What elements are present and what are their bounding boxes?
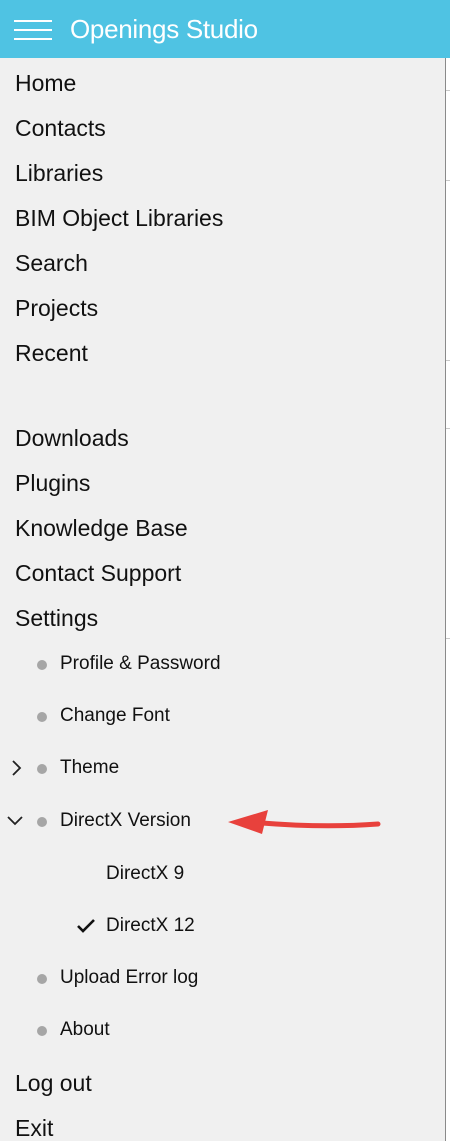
app-title: Openings Studio: [70, 14, 258, 44]
annotation-arrow-icon: [228, 810, 381, 834]
settings-item-label: DirectX Version: [60, 810, 191, 831]
menu-item-bim-object-libraries[interactable]: BIM Object Libraries: [15, 200, 223, 236]
menu-item-settings[interactable]: Settings: [15, 600, 98, 636]
menu-item-plugins[interactable]: Plugins: [15, 465, 90, 501]
menu-item-contact-support[interactable]: Contact Support: [15, 555, 181, 591]
settings-item-label: About: [60, 1019, 110, 1040]
settings-item-profile-password[interactable]: Profile & Password: [0, 647, 440, 681]
background-content-edge: [445, 58, 450, 1141]
directx-option-9[interactable]: DirectX 9: [0, 857, 440, 891]
directx-option-label: DirectX 9: [106, 863, 185, 884]
directx-option-12[interactable]: DirectX 12: [0, 909, 440, 943]
settings-item-label: Change Font: [60, 705, 170, 726]
menu-item-projects[interactable]: Projects: [15, 290, 98, 326]
menu-item-search[interactable]: Search: [15, 245, 88, 281]
menu-item-exit[interactable]: Exit: [15, 1110, 53, 1141]
menu-item-home[interactable]: Home: [15, 65, 76, 101]
bullet-icon: [37, 712, 47, 722]
settings-item-about[interactable]: About: [0, 1013, 440, 1047]
bullet-icon: [37, 660, 47, 670]
settings-item-label: Upload Error log: [60, 967, 199, 988]
app-header: Openings Studio: [0, 0, 450, 58]
settings-item-upload-error-log[interactable]: Upload Error log: [0, 961, 440, 995]
menu-item-contacts[interactable]: Contacts: [15, 110, 106, 146]
settings-item-theme[interactable]: Theme: [0, 751, 440, 785]
menu-item-log-out[interactable]: Log out: [15, 1065, 92, 1101]
chevron-down-icon[interactable]: [6, 812, 26, 830]
menu-item-downloads[interactable]: Downloads: [15, 420, 129, 456]
settings-item-label: Profile & Password: [60, 653, 221, 674]
checkmark-icon: [77, 919, 95, 933]
menu-item-knowledge-base[interactable]: Knowledge Base: [15, 510, 188, 546]
bullet-icon: [37, 974, 47, 984]
chevron-right-icon[interactable]: [6, 759, 26, 777]
menu-item-libraries[interactable]: Libraries: [15, 155, 103, 191]
bullet-icon: [37, 1026, 47, 1036]
bullet-icon: [37, 764, 47, 774]
settings-item-change-font[interactable]: Change Font: [0, 699, 440, 733]
hamburger-icon[interactable]: [14, 18, 52, 40]
settings-item-label: Theme: [60, 757, 120, 778]
menu-item-recent[interactable]: Recent: [15, 335, 88, 371]
bullet-icon: [37, 817, 47, 827]
directx-option-label: DirectX 12: [106, 915, 195, 936]
